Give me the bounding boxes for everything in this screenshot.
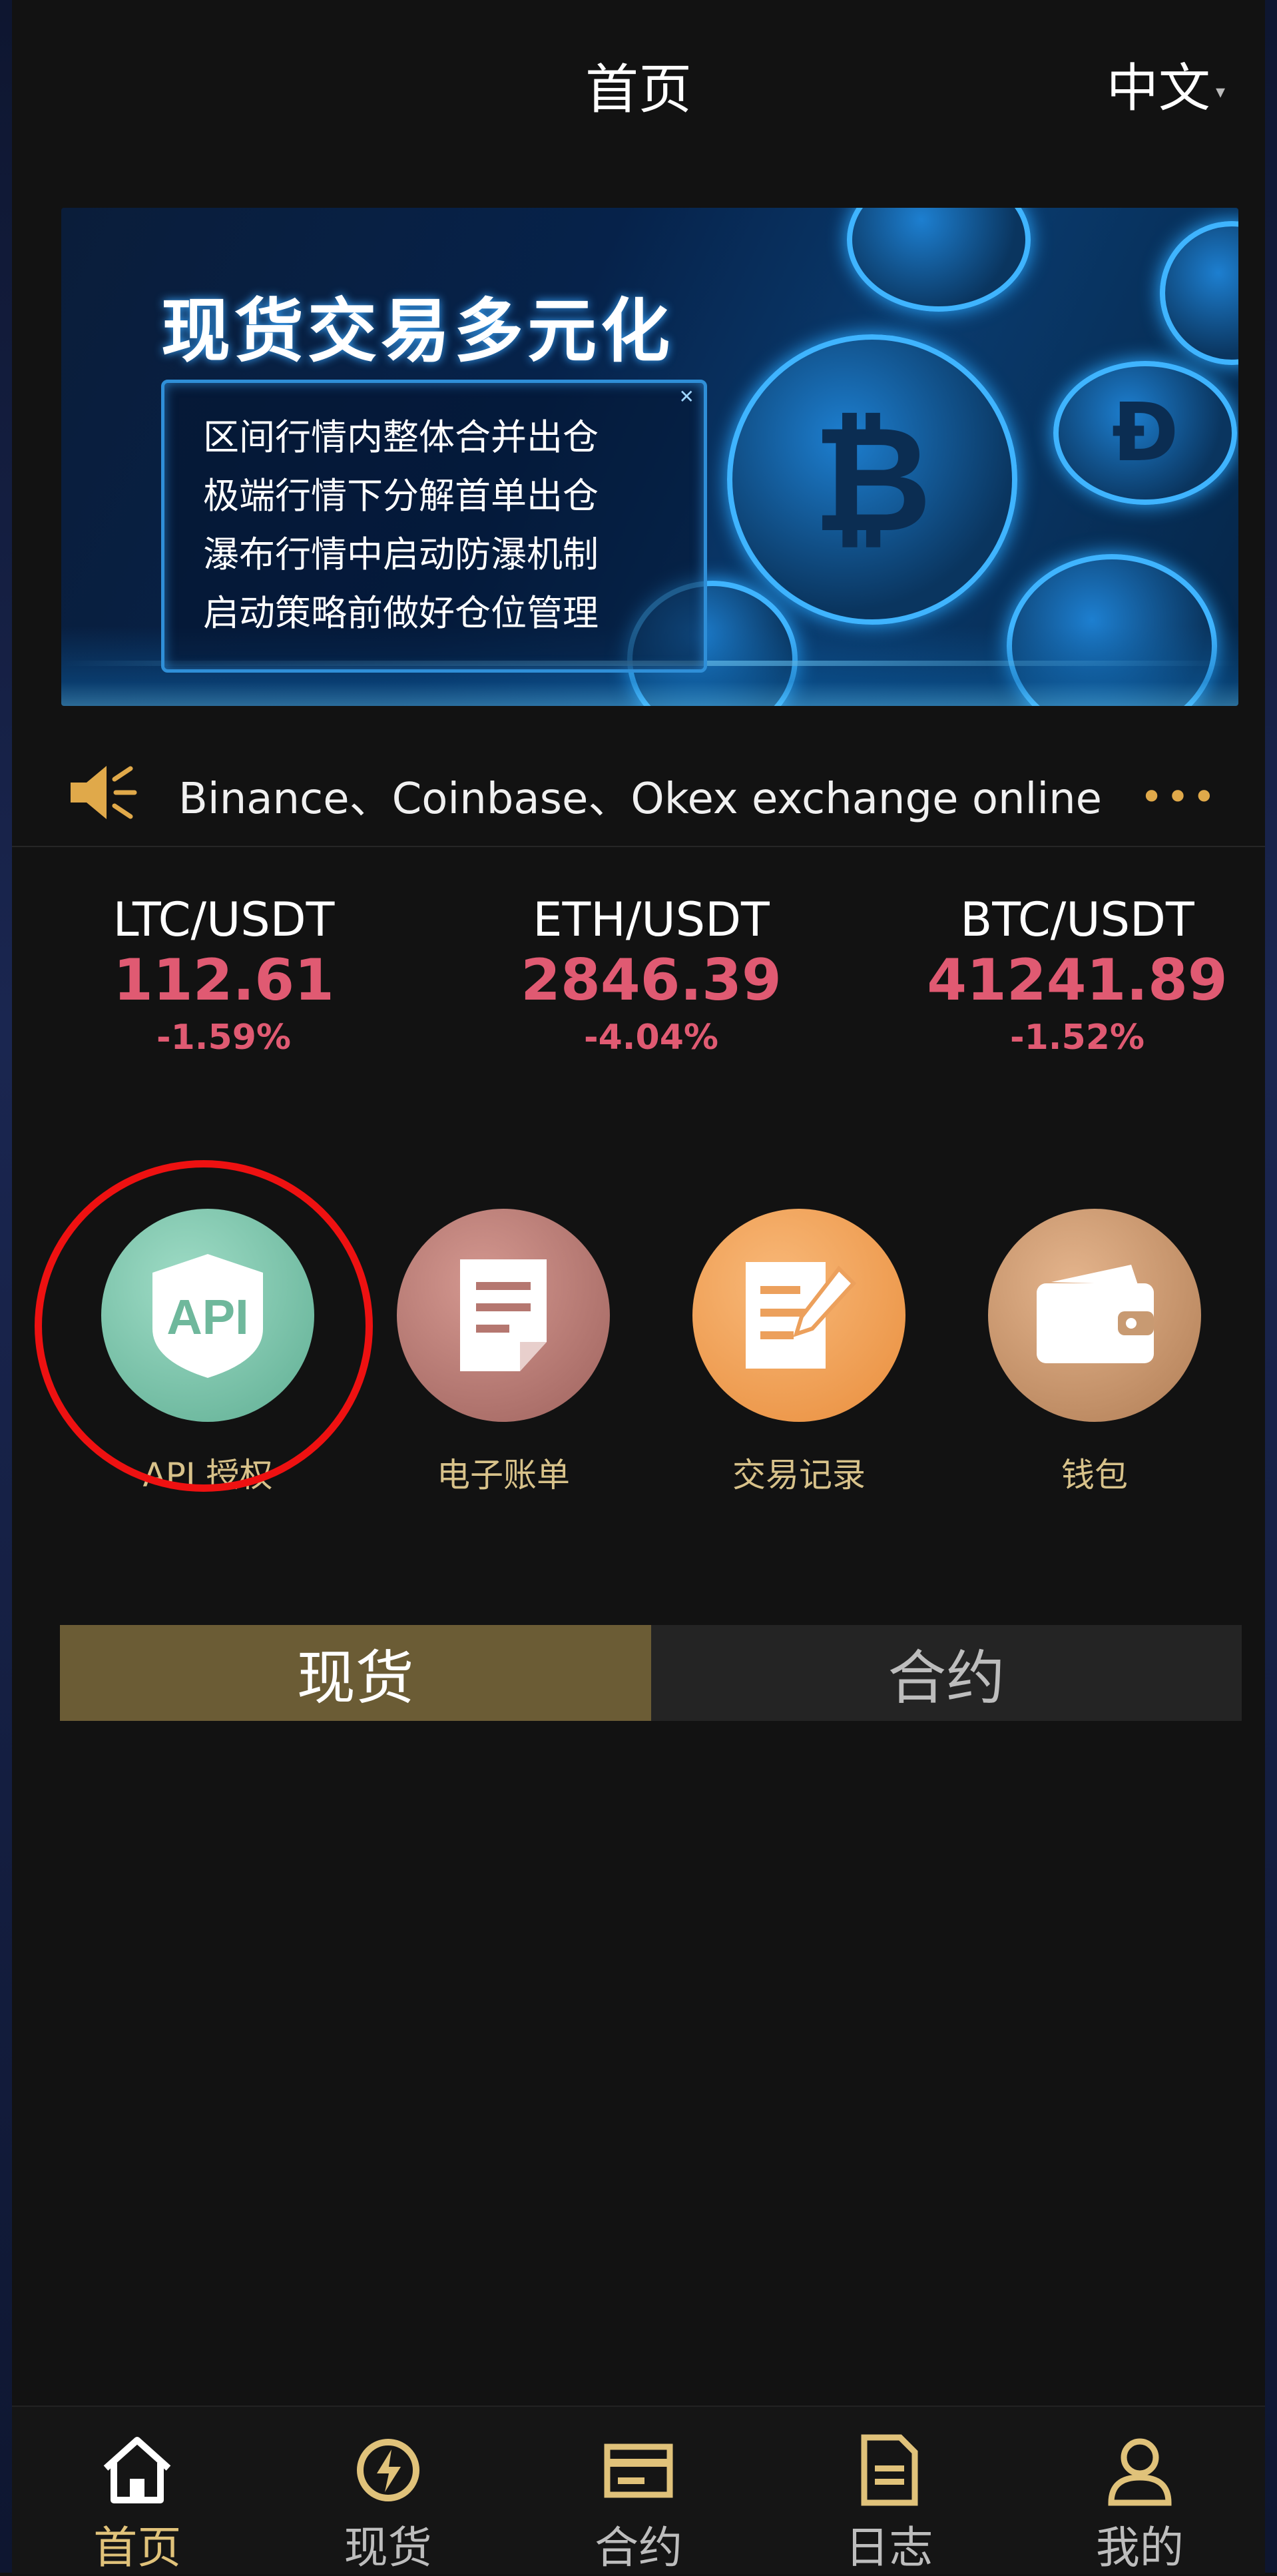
ticker-change: -1.59% [156, 1018, 291, 1058]
bottom-navigation: 首页 现货 合约 日志 我的 [12, 2406, 1265, 2574]
action-label: 钱包 [1061, 1456, 1128, 1494]
ticker-ltc[interactable]: LTC/USDT 112.61 -1.59% [51, 892, 397, 1058]
speaker-icon [71, 766, 137, 819]
edit-document-icon [746, 1262, 857, 1369]
action-label: 电子账单 [437, 1456, 570, 1494]
notice-bar[interactable]: Binance、Coinbase、Okex exchange online ••… [12, 739, 1265, 847]
notice-text: Binance、Coinbase、Okex exchange online [178, 775, 1103, 824]
banner-headline: 现货交易多元化 [161, 290, 674, 372]
banner-line: 启动策略前做好仓位管理 [203, 592, 599, 634]
dash-coin-icon: Đ [1053, 361, 1237, 505]
ticker-pair: LTC/USDT [113, 892, 335, 947]
market-tabs: 现货 合约 [60, 1625, 1242, 1721]
ticker-btc[interactable]: BTC/USDT 41241.89 -1.52% [904, 892, 1250, 1058]
cardano-coin-icon [1160, 221, 1238, 365]
banner-feature-box: ✕ 区间行情内整体合并出仓 极端行情下分解首单出仓 瀑布行情中启动防瀑机制 启动… [161, 380, 707, 673]
nav-label: 我的 [1095, 2522, 1184, 2573]
contract-icon [604, 2443, 673, 2498]
log-icon [861, 2434, 918, 2506]
nav-item-log[interactable]: 日志 [764, 2407, 1014, 2574]
bitcoin-coin-icon: ₿ [727, 334, 1017, 625]
ticker-eth[interactable]: ETH/USDT 2846.39 -4.04% [478, 892, 824, 1058]
ticker-pair: BTC/USDT [960, 892, 1194, 947]
document-icon [460, 1259, 547, 1371]
banner-line: 区间行情内整体合并出仓 [203, 416, 599, 458]
banner-line: 瀑布行情中启动防瀑机制 [203, 533, 599, 575]
promo-banner[interactable]: ₿ Đ 现货交易多元化 ✕ 区间行情内整体合并出仓 极端行情下分解首单出仓 瀑布… [61, 208, 1238, 706]
nav-item-profile[interactable]: 我的 [1015, 2407, 1265, 2574]
ripple-coin-icon [847, 208, 1031, 312]
more-icon[interactable]: ••• [1140, 774, 1218, 820]
banner-line: 极端行情下分解首单出仓 [203, 475, 599, 517]
frame-edge-left [0, 0, 12, 2573]
nav-label: 合约 [595, 2522, 683, 2573]
page-title: 首页 [585, 59, 692, 121]
ebill-button-circle[interactable] [397, 1209, 610, 1422]
chevron-down-icon: ▾ [1215, 81, 1225, 103]
action-wallet[interactable]: 钱包 [988, 1209, 1201, 1496]
wallet-icon [1037, 1265, 1154, 1363]
close-icon: ✕ [678, 386, 694, 408]
nav-item-home[interactable]: 首页 [12, 2407, 262, 2574]
frame-edge-right [1265, 0, 1277, 2573]
action-trade-records[interactable]: 交易记录 [692, 1209, 905, 1496]
ticker-change: -4.04% [584, 1018, 718, 1058]
nav-label: 日志 [845, 2522, 933, 2573]
app-header: 首页 中文 ▾ [12, 0, 1265, 153]
highlight-annotation-ring [35, 1160, 373, 1492]
profile-icon [1108, 2438, 1172, 2506]
wallet-button-circle[interactable] [988, 1209, 1201, 1422]
action-e-bill[interactable]: 电子账单 [397, 1209, 610, 1496]
tab-contract[interactable]: 合约 [650, 1625, 1242, 1721]
nav-item-contract[interactable]: 合约 [513, 2407, 764, 2574]
ticker-price: 112.61 [113, 947, 334, 1014]
language-selector[interactable]: 中文 ▾ [1107, 47, 1225, 121]
home-icon [103, 2437, 171, 2503]
nav-item-spot[interactable]: 现货 [262, 2407, 513, 2574]
action-label: 交易记录 [732, 1456, 866, 1494]
ticker-price: 2846.39 [521, 947, 782, 1014]
records-button-circle[interactable] [692, 1209, 905, 1422]
ticker-price: 41241.89 [927, 947, 1228, 1014]
spot-icon [356, 2439, 419, 2501]
nav-label: 首页 [93, 2522, 182, 2573]
language-label: 中文 [1106, 59, 1210, 119]
nav-label: 现货 [344, 2522, 432, 2573]
tab-spot[interactable]: 现货 [60, 1625, 651, 1721]
ticker-pair: ETH/USDT [533, 892, 770, 947]
ticker-change: -1.52% [1010, 1018, 1145, 1058]
